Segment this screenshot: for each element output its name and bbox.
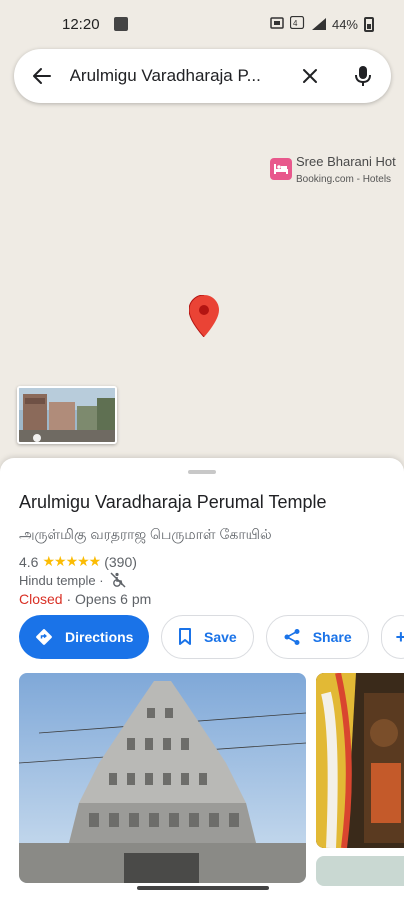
directions-button[interactable]: Directions — [19, 615, 149, 659]
open-status[interactable]: Closed · Opens 6 pm — [19, 591, 151, 607]
action-buttons: Directions Save Share + — [19, 615, 404, 659]
more-actions-button[interactable]: + — [380, 615, 404, 659]
save-label: Save — [204, 629, 237, 645]
rating-value: 4.6 — [19, 553, 39, 570]
share-button[interactable]: Share — [265, 615, 369, 659]
battery-icon — [364, 16, 374, 32]
battery-percent: 44% — [331, 16, 358, 32]
place-category: Hindu temple · — [19, 572, 104, 588]
category-row: Hindu temple · — [19, 572, 126, 588]
search-input[interactable]: Arulmigu Varadharaja P... — [70, 66, 286, 86]
additional-photo[interactable] — [316, 856, 404, 886]
directions-icon — [35, 628, 53, 646]
sheet-drag-handle[interactable] — [188, 470, 216, 474]
poi-subtitle: Booking.com - Hotels — [296, 174, 392, 185]
not-wheelchair-accessible-icon — [110, 572, 126, 588]
temple-gopuram-photo[interactable] — [19, 673, 306, 883]
signal-icon — [311, 18, 326, 30]
review-count: (390) — [104, 553, 137, 570]
bookmark-icon — [178, 628, 192, 646]
bed-icon — [270, 158, 292, 180]
search-bar[interactable]: Arulmigu Varadharaja P... — [14, 49, 391, 103]
rating-stars: ★★★★★ — [42, 553, 101, 569]
place-alt-name: அருள்மிகு வரதராஜ பெருமாள் கோயில் — [19, 526, 272, 542]
add-label: + — [395, 626, 404, 647]
directions-label: Directions — [65, 629, 134, 645]
location-pin-icon[interactable] — [188, 294, 219, 338]
save-button[interactable]: Save — [161, 615, 254, 659]
back-arrow-icon[interactable] — [30, 64, 54, 88]
close-icon[interactable] — [298, 64, 322, 88]
share-label: Share — [312, 629, 352, 645]
street-view-thumbnail[interactable] — [17, 386, 117, 444]
gesture-nav-bar[interactable] — [137, 886, 269, 890]
status-bar: 12:20 4 44% — [0, 0, 404, 48]
closed-label: Closed — [19, 591, 63, 607]
opens-time: · Opens 6 pm — [62, 591, 152, 607]
deity-photo[interactable] — [316, 673, 404, 848]
notification-app-icon — [113, 17, 128, 31]
hotel-poi[interactable]: Sree Bharani Hot Booking.com - Hotels — [270, 154, 396, 185]
svg-text:4: 4 — [293, 19, 298, 28]
share-icon — [283, 628, 301, 646]
poi-name: Sree Bharani Hot — [296, 154, 396, 169]
place-bottom-sheet[interactable]: Arulmigu Varadharaja Perumal Temple அருள… — [0, 458, 404, 900]
sim-icon — [270, 16, 284, 32]
mobile-data-icon: 4 — [289, 15, 306, 32]
microphone-icon[interactable] — [351, 64, 375, 88]
status-time: 12:20 — [62, 15, 100, 33]
rating-row[interactable]: 4.6 ★★★★★ (390) — [19, 553, 137, 570]
place-title: Arulmigu Varadharaja Perumal Temple — [19, 492, 327, 512]
